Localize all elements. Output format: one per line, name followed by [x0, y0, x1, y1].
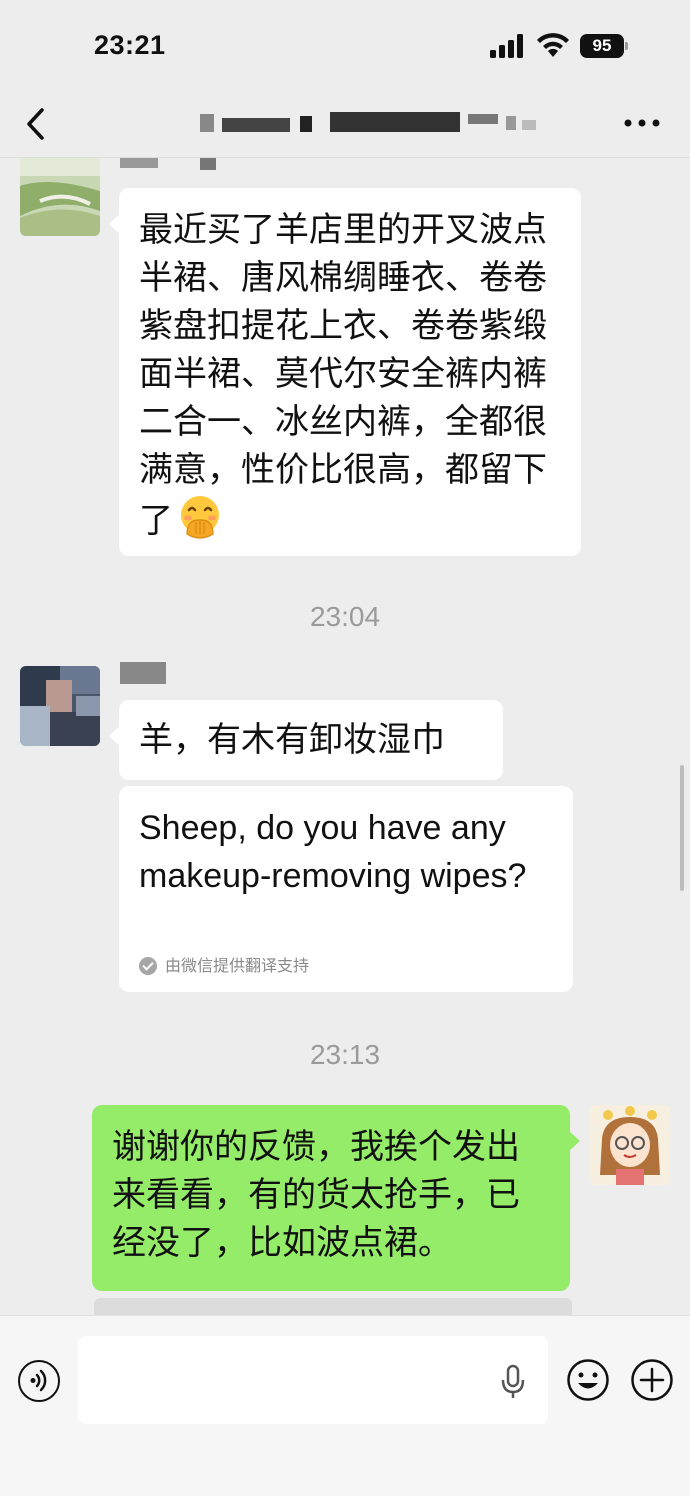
sender-name-obscured: [120, 662, 180, 684]
message-bubble-outgoing[interactable]: 谢谢你的反馈，我挨个发出来看看，有的货太抢手，已经没了，比如波点裙。: [92, 1105, 580, 1291]
timestamp: 23:04: [309, 601, 381, 632]
battery-level: 95: [580, 34, 624, 58]
message-bubble-incoming[interactable]: 最近买了羊店里的开叉波点半裙、唐风棉绸睡衣、卷卷紫盘扣提花上衣、卷卷紫缎面半裙、…: [109, 188, 581, 556]
message-text: 谢谢你的反馈，我挨个发出来看看，有的货太抢手，已经没了，比如波点裙。: [112, 1127, 520, 1263]
avatar-contact-1[interactable]: [20, 158, 100, 236]
message-input[interactable]: [78, 1336, 548, 1424]
emoji-button-icon[interactable]: [566, 1358, 610, 1402]
chat-header: [0, 90, 690, 158]
scrollbar[interactable]: [680, 765, 684, 891]
cellular-signal-icon: [490, 34, 523, 58]
status-time: 23:21: [94, 30, 166, 60]
message-text: 最近买了羊店里的开叉波点半裙、唐风棉绸睡衣、卷卷紫盘扣提花上衣、卷卷紫缎面半裙、…: [139, 210, 547, 541]
timestamp: 23:13: [309, 1039, 381, 1070]
message-text: 羊，有木有卸妆湿巾: [139, 720, 445, 760]
wifi-icon: [537, 33, 569, 57]
translation-attribution: 由微信提供翻译支持: [139, 956, 309, 976]
face-with-hand-over-mouth-icon: [181, 496, 219, 539]
translation-bubble[interactable]: Sheep, do you have any makeup-removing w…: [119, 786, 573, 992]
translated-text: Sheep, do you have any makeup-removing w…: [139, 809, 527, 895]
sender-name-obscured: [120, 158, 230, 180]
chat-message-list[interactable]: 最近买了羊店里的开叉波点半裙、唐风棉绸睡衣、卷卷紫盘扣提花上衣、卷卷紫缎面半裙、…: [0, 158, 690, 1315]
next-message-partial: [94, 1298, 572, 1315]
status-bar: 23:21 95: [0, 0, 690, 90]
battery-icon: 95: [580, 34, 628, 58]
back-arrow-icon[interactable]: [22, 104, 52, 144]
voice-icon: [30, 1369, 47, 1392]
microphone-icon[interactable]: [500, 1364, 526, 1400]
chat-title-obscured: [200, 110, 545, 136]
more-options-icon[interactable]: [622, 116, 662, 130]
check-circle-icon: [139, 957, 157, 975]
avatar-self[interactable]: [590, 1105, 670, 1185]
avatar-contact-2[interactable]: [20, 666, 100, 746]
plus-button-icon[interactable]: [630, 1358, 674, 1402]
input-bar: [0, 1315, 690, 1496]
message-bubble-incoming[interactable]: 羊，有木有卸妆湿巾: [109, 700, 503, 780]
translation-note: 由微信提供翻译支持: [165, 956, 310, 975]
voice-mode-button[interactable]: [18, 1360, 60, 1402]
